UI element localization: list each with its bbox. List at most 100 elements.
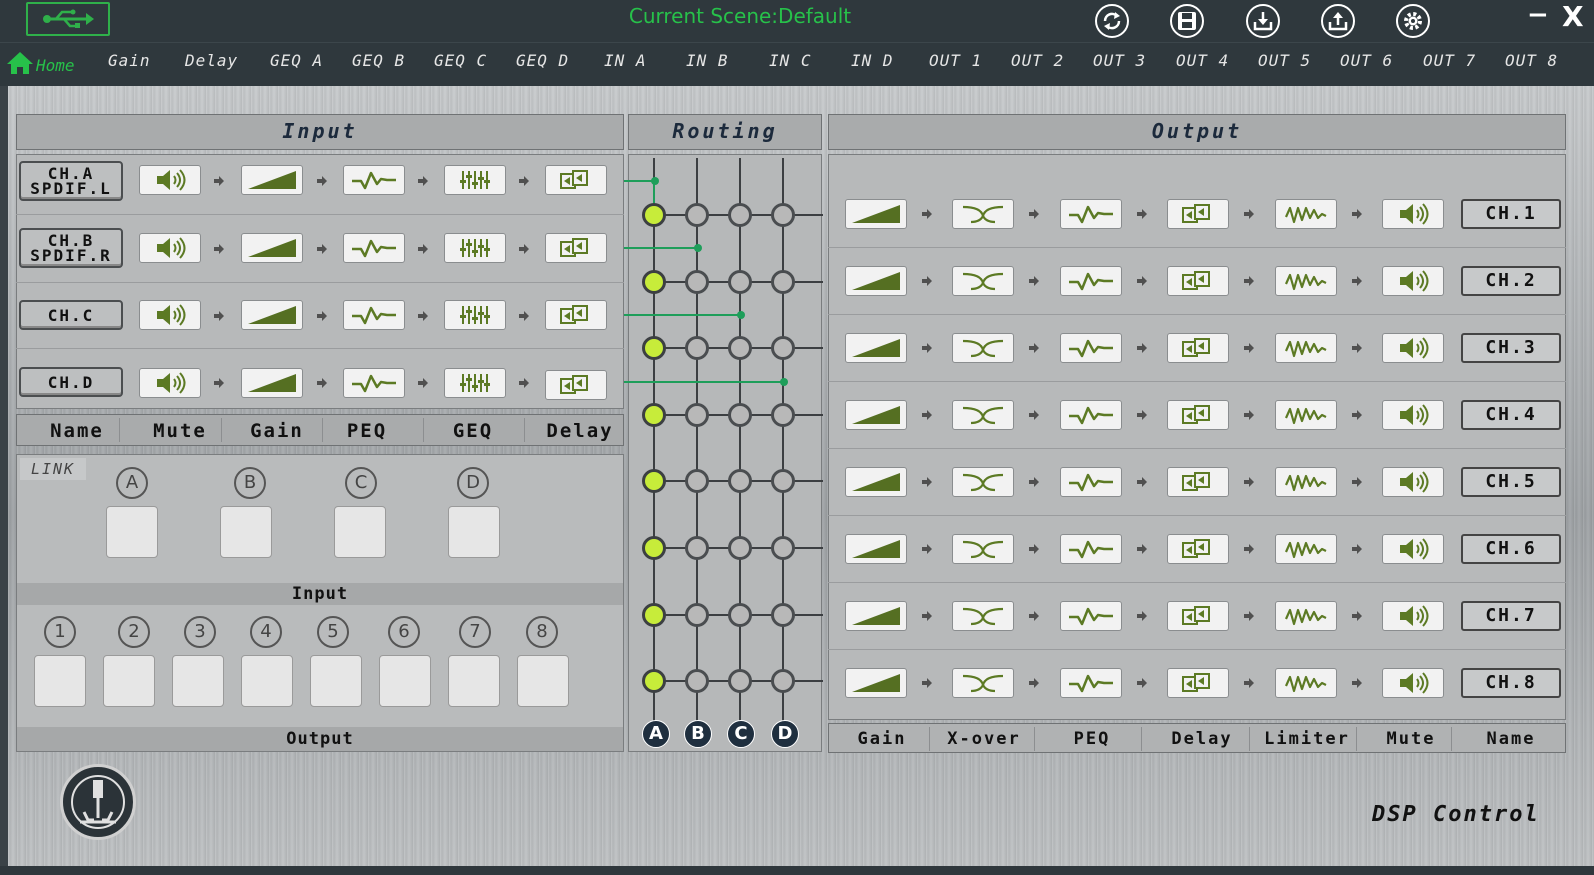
- upload-button[interactable]: [1321, 4, 1355, 38]
- refresh-button[interactable]: [1095, 4, 1129, 38]
- nav-geq-a[interactable]: GEQ A: [270, 51, 323, 70]
- input-ch-c-gain-button[interactable]: [241, 300, 303, 330]
- output-ch8-gain-button[interactable]: [845, 668, 907, 698]
- output-ch1-xover-button[interactable]: [952, 199, 1014, 229]
- nav-geq-b[interactable]: GEQ B: [352, 51, 405, 70]
- link-input-d-checkbox[interactable]: [448, 506, 500, 558]
- output-ch5-xover-button[interactable]: [952, 467, 1014, 497]
- input-ch-c-geq-button[interactable]: [444, 300, 506, 330]
- nav-out-7[interactable]: OUT 7: [1423, 51, 1476, 70]
- output-ch4-gain-button[interactable]: [845, 400, 907, 430]
- output-ch7-limiter-button[interactable]: [1275, 601, 1337, 631]
- output-ch3-xover-button[interactable]: [952, 333, 1014, 363]
- link-output-7-checkbox[interactable]: [448, 655, 500, 707]
- output-ch5-delay-button[interactable]: [1167, 467, 1229, 497]
- input-ch-b-gain-button[interactable]: [241, 233, 303, 263]
- input-ch-a-delay-button[interactable]: [545, 165, 607, 195]
- input-ch-c-peq-button[interactable]: [343, 300, 405, 330]
- output-ch1-gain-button[interactable]: [845, 199, 907, 229]
- nav-gain[interactable]: Gain: [108, 51, 151, 70]
- settings-button[interactable]: [1396, 4, 1430, 38]
- route-node-out4-in-a[interactable]: [642, 402, 666, 427]
- link-input-a-checkbox[interactable]: [106, 506, 158, 558]
- nav-out-2[interactable]: OUT 2: [1011, 51, 1064, 70]
- output-ch5-gain-button[interactable]: [845, 467, 907, 497]
- output-ch1-delay-button[interactable]: [1167, 199, 1229, 229]
- link-output-8-checkbox[interactable]: [517, 655, 569, 707]
- nav-home[interactable]: Home: [6, 51, 75, 75]
- output-ch2-mute-button[interactable]: [1382, 266, 1444, 296]
- output-ch2-xover-button[interactable]: [952, 266, 1014, 296]
- output-ch4-xover-button[interactable]: [952, 400, 1014, 430]
- output-ch1-limiter-button[interactable]: [1275, 199, 1337, 229]
- download-button[interactable]: [1246, 4, 1280, 38]
- output-ch6-xover-button[interactable]: [952, 534, 1014, 564]
- output-ch6-limiter-button[interactable]: [1275, 534, 1337, 564]
- output-ch2-name[interactable]: CH.2: [1461, 266, 1561, 296]
- input-ch-d-delay-button[interactable]: [545, 370, 607, 400]
- output-ch1-mute-button[interactable]: [1382, 199, 1444, 229]
- route-node-out6-in-c[interactable]: [728, 536, 752, 560]
- route-node-out4-in-d[interactable]: [771, 402, 795, 427]
- input-ch-c-mute-button[interactable]: [139, 300, 201, 330]
- link-output-3-checkbox[interactable]: [172, 655, 224, 707]
- input-ch-b-geq-button[interactable]: [444, 233, 506, 263]
- output-ch6-peq-button[interactable]: [1060, 534, 1122, 564]
- output-ch7-xover-button[interactable]: [952, 601, 1014, 631]
- route-node-out3-in-b[interactable]: [685, 336, 709, 361]
- output-ch3-name[interactable]: CH.3: [1461, 333, 1561, 363]
- nav-out-1[interactable]: OUT 1: [929, 51, 982, 70]
- save-button[interactable]: [1170, 4, 1204, 38]
- route-node-out1-in-c[interactable]: [728, 203, 752, 227]
- route-node-out3-in-a[interactable]: [642, 336, 666, 361]
- output-ch7-gain-button[interactable]: [845, 601, 907, 631]
- input-ch-b-delay-button[interactable]: [545, 233, 607, 263]
- output-ch3-gain-button[interactable]: [845, 333, 907, 363]
- nav-out-4[interactable]: OUT 4: [1176, 51, 1229, 70]
- output-ch5-mute-button[interactable]: [1382, 467, 1444, 497]
- route-node-out8-in-b[interactable]: [685, 669, 709, 694]
- route-node-out6-in-d[interactable]: [771, 536, 795, 560]
- route-node-out2-in-b[interactable]: [685, 269, 709, 294]
- nav-out-6[interactable]: OUT 6: [1340, 51, 1393, 70]
- input-ch-b-mute-button[interactable]: [139, 233, 201, 263]
- route-node-out2-in-c[interactable]: [728, 269, 752, 294]
- link-input-b-checkbox[interactable]: [220, 506, 272, 558]
- input-ch-a-gain-button[interactable]: [241, 165, 303, 195]
- link-output-5-checkbox[interactable]: [310, 655, 362, 707]
- link-output-4-checkbox[interactable]: [241, 655, 293, 707]
- nav-geq-c[interactable]: GEQ C: [434, 51, 487, 70]
- link-output-6-checkbox[interactable]: [379, 655, 431, 707]
- output-ch8-name[interactable]: CH.8: [1461, 668, 1561, 698]
- output-ch7-mute-button[interactable]: [1382, 601, 1444, 631]
- nav-delay[interactable]: Delay: [185, 51, 238, 70]
- nav-in-b[interactable]: IN B: [686, 51, 729, 70]
- input-ch-d-gain-button[interactable]: [241, 368, 303, 398]
- output-ch8-xover-button[interactable]: [952, 668, 1014, 698]
- output-ch1-peq-button[interactable]: [1060, 199, 1122, 229]
- minimize-button[interactable]: −: [1527, 0, 1549, 30]
- input-ch-d-geq-button[interactable]: [444, 368, 506, 398]
- output-ch6-gain-button[interactable]: [845, 534, 907, 564]
- output-ch3-delay-button[interactable]: [1167, 333, 1229, 363]
- route-node-out2-in-d[interactable]: [771, 269, 795, 294]
- route-node-out7-in-a[interactable]: [642, 602, 666, 627]
- route-node-out3-in-c[interactable]: [728, 336, 752, 361]
- input-ch-b-peq-button[interactable]: [343, 233, 405, 263]
- output-ch5-name[interactable]: CH.5: [1461, 467, 1561, 497]
- input-ch-a-geq-button[interactable]: [444, 165, 506, 195]
- nav-geq-d[interactable]: GEQ D: [516, 51, 569, 70]
- output-ch8-delay-button[interactable]: [1167, 668, 1229, 698]
- output-ch4-mute-button[interactable]: [1382, 400, 1444, 430]
- nav-in-a[interactable]: IN A: [604, 51, 647, 70]
- output-ch5-peq-button[interactable]: [1060, 467, 1122, 497]
- output-ch7-peq-button[interactable]: [1060, 601, 1122, 631]
- route-node-out7-in-c[interactable]: [728, 602, 752, 627]
- output-ch8-mute-button[interactable]: [1382, 668, 1444, 698]
- usb-status-button[interactable]: [26, 2, 110, 36]
- input-ch-b-name[interactable]: CH.B SPDIF.R: [19, 228, 123, 268]
- route-node-out8-in-c[interactable]: [728, 669, 752, 694]
- input-ch-d-mute-button[interactable]: [139, 368, 201, 398]
- output-ch2-gain-button[interactable]: [845, 266, 907, 296]
- route-node-out1-in-d[interactable]: [771, 203, 795, 227]
